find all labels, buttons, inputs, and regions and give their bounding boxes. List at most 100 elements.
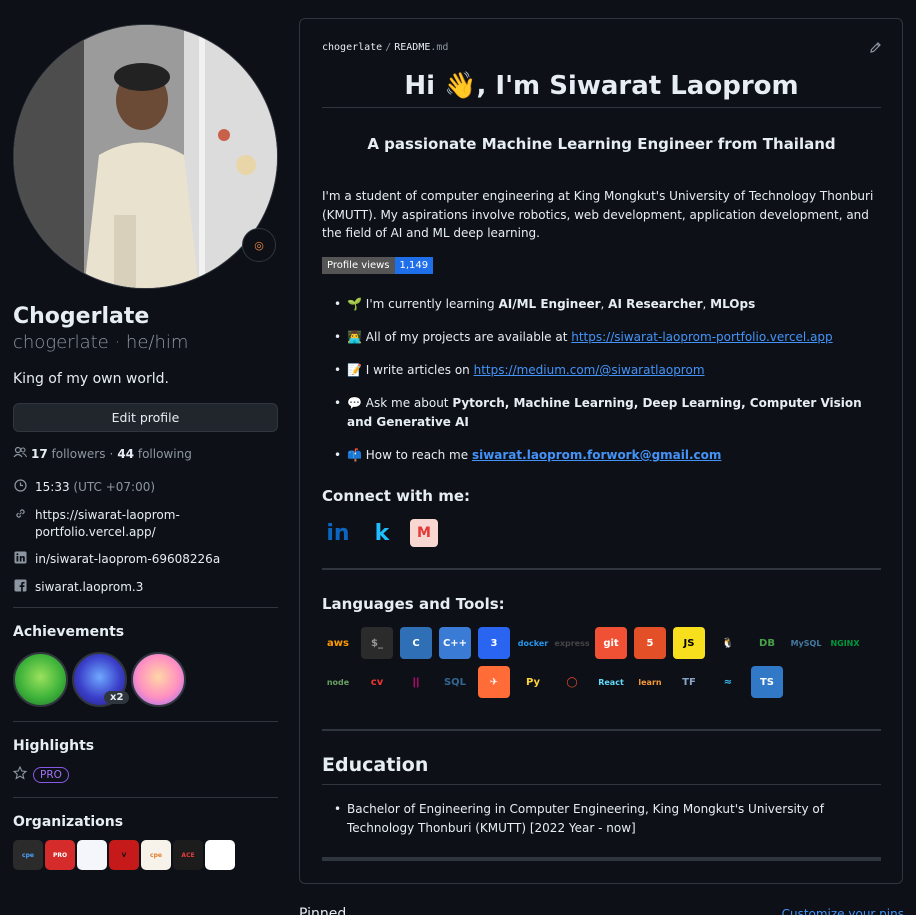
mailbox-icon: 📫 <box>347 448 362 462</box>
pinned-title: Pinned <box>299 906 347 915</box>
divider <box>322 857 881 861</box>
list-item: 📫 How to reach me siwarat.laoprom.forwor… <box>322 446 881 465</box>
doc-org-icon[interactable] <box>77 840 107 870</box>
nginx-icon[interactable]: NGINX <box>829 627 861 659</box>
list-item: 🌱 I'm currently learning AI/ML Engineer,… <box>322 295 881 314</box>
linux-icon[interactable]: 🐧 <box>712 627 744 659</box>
clock-icon <box>13 479 27 497</box>
profile-details: 15:33 (UTC +07:00) https://siwarat-laopr… <box>13 479 278 597</box>
facebook-icon <box>13 579 27 597</box>
speech-bubble-icon: 💬 <box>347 396 362 410</box>
mongodb-icon[interactable]: DB <box>751 627 783 659</box>
readme-file-link[interactable]: README.md <box>394 42 448 53</box>
yolo-badge-icon[interactable] <box>131 652 186 707</box>
python-icon[interactable]: Py <box>517 666 549 698</box>
linkedin-icon[interactable]: in <box>322 517 354 549</box>
connect-title: Connect with me: <box>322 487 471 505</box>
education-list: Bachelor of Engineering in Computer Engi… <box>322 800 881 838</box>
css3-icon[interactable]: 3 <box>478 627 510 659</box>
cpe-org-icon[interactable]: cpe <box>13 840 43 870</box>
git-icon[interactable]: git <box>595 627 627 659</box>
cpe-color-org-icon[interactable]: cpe <box>141 840 171 870</box>
organizations-list: cpe PRO Vcpe ACE <box>13 840 278 870</box>
status-button[interactable]: ◎ <box>242 228 276 262</box>
opencv-icon[interactable]: cv <box>361 666 393 698</box>
readme-card: chogerlate / README.md Hi 👋, I'm Siwarat L… <box>299 18 903 884</box>
mysql-icon[interactable]: MySQL <box>790 627 822 659</box>
aws-icon[interactable]: aws <box>322 627 354 659</box>
divider <box>13 607 278 608</box>
edit-readme-pencil-icon[interactable] <box>869 41 882 58</box>
memo-icon: 📝 <box>347 363 362 377</box>
followers-link[interactable]: 17 followers <box>31 447 106 461</box>
bash-icon[interactable]: $_ <box>361 627 393 659</box>
tailwind-icon[interactable]: ≈ <box>712 666 744 698</box>
nodejs-icon[interactable]: node <box>322 666 354 698</box>
highlight-pro: PRO <box>12 765 278 783</box>
profile-name: Chogerlate <box>13 304 150 329</box>
react-icon[interactable]: React <box>595 666 627 698</box>
tools-list: aws $_ C C++ 3 docker express git 5 JS 🐧 DB MySQL NGI… <box>322 627 872 698</box>
express-icon[interactable]: express <box>554 627 589 659</box>
cplusplus-icon[interactable]: C++ <box>439 627 471 659</box>
pandas-icon[interactable]: || <box>400 666 432 698</box>
profile-login: chogerlate · he/him <box>13 332 189 353</box>
avatar[interactable] <box>13 24 278 289</box>
list-item: 📝 I write articles on https://medium.com… <box>322 361 881 380</box>
profile-views-badge: Profile views 1,149 <box>322 257 881 274</box>
tensorflow-icon[interactable]: TF <box>673 666 705 698</box>
readme-user-link[interactable]: chogerlate <box>322 42 382 53</box>
follow-stats: 17 followers · 44 following <box>13 446 278 461</box>
postman-icon[interactable]: ✈ <box>478 666 510 698</box>
edit-profile-button[interactable]: Edit profile <box>13 403 278 432</box>
profile-bio: King of my own world. <box>13 371 169 387</box>
badge-count: x2 <box>104 691 130 704</box>
readme-intro: I'm a student of computer engineering at… <box>322 189 874 240</box>
following-link[interactable]: 44 following <box>117 447 191 461</box>
javascript-icon[interactable]: JS <box>673 627 705 659</box>
postgresql-icon[interactable]: SQL <box>439 666 471 698</box>
ace-research-lab-org-icon[interactable]: ACE <box>173 840 203 870</box>
pull-shark-badge-icon[interactable]: x2 <box>72 652 130 707</box>
html5-icon[interactable]: 5 <box>634 627 666 659</box>
organizations-title: Organizations <box>13 814 124 830</box>
medium-icon[interactable]: M <box>410 519 438 547</box>
avatar-container: ◎ <box>13 24 278 289</box>
tools-title: Languages and Tools: <box>322 595 505 613</box>
medium-link[interactable]: https://medium.com/@siwaratlaoprom <box>474 363 705 377</box>
divider <box>322 729 881 731</box>
profile-sidebar: ◎ Chogerlate chogerlate · he/him King of… <box>12 24 278 870</box>
customize-pins-link[interactable]: Customize your pins <box>782 907 904 915</box>
readme-subtitle: A passionate Machine Learning Engineer f… <box>367 135 836 153</box>
c-icon[interactable]: C <box>400 627 432 659</box>
v-org-icon[interactable]: V <box>109 840 139 870</box>
people-icon <box>13 446 28 461</box>
pro-badge[interactable]: PRO <box>33 766 69 783</box>
star-icon <box>12 765 28 783</box>
kaggle-icon[interactable]: k <box>366 517 398 549</box>
website-link[interactable]: https://siwarat-laoprom-portfolio.vercel… <box>13 507 278 541</box>
docker-icon[interactable]: docker <box>517 627 549 659</box>
pair-extraordinaire-badge-icon[interactable] <box>13 652 68 707</box>
divider <box>322 568 881 570</box>
seedling-icon: 🌱 <box>347 297 362 311</box>
email-link[interactable]: siwarat.laoprom.forwork@gmail.com <box>472 448 721 462</box>
pro-org-icon[interactable]: PRO <box>45 840 75 870</box>
achievements-title: Achievements <box>13 624 125 640</box>
readme-heading: Hi 👋, I'm Siwarat Laoprom <box>322 71 881 108</box>
connect-links: in k M <box>322 517 881 549</box>
divider <box>13 721 278 722</box>
list-item: Bachelor of Engineering in Computer Engi… <box>322 800 881 838</box>
linkedin-link[interactable]: in/siwarat-laoprom-69608226a <box>13 551 278 569</box>
scikit-learn-icon[interactable]: learn <box>634 666 666 698</box>
typescript-icon[interactable]: TS <box>751 666 783 698</box>
local-time: 15:33 (UTC +07:00) <box>13 479 278 497</box>
waving-hand-icon: 👋 <box>444 71 477 101</box>
divider <box>13 797 278 798</box>
facebook-link[interactable]: siwarat.laoprom.3 <box>13 579 278 597</box>
dart-emoji-icon: ◎ <box>254 238 264 252</box>
pytorch-icon[interactable]: ◯ <box>556 666 588 698</box>
highlights-title: Highlights <box>13 738 95 754</box>
gear-org-icon[interactable] <box>205 840 235 870</box>
portfolio-link[interactable]: https://siwarat-laoprom-portfolio.vercel… <box>571 330 832 344</box>
